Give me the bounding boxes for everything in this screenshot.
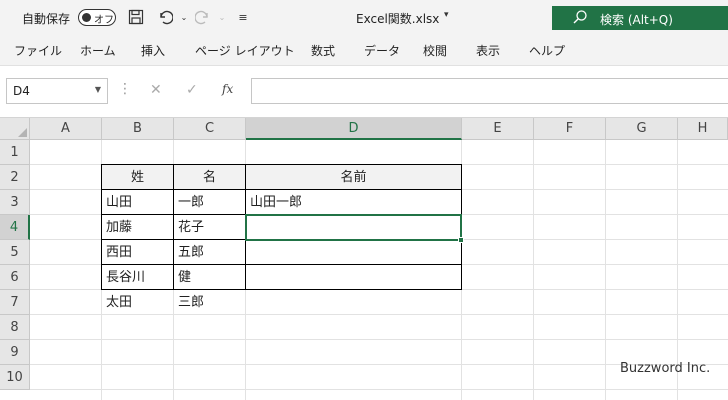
- undo-dropdown-icon[interactable]: ⌄: [175, 9, 193, 27]
- search-label: 検索 (Alt+Q): [600, 13, 673, 27]
- row-header-1[interactable]: 1: [0, 140, 30, 165]
- tab-home[interactable]: ホーム: [80, 42, 116, 59]
- column-header-h[interactable]: H: [678, 118, 728, 140]
- tab-formulas[interactable]: 数式: [311, 42, 335, 59]
- customize-quick-access-icon[interactable]: ≡: [234, 9, 252, 27]
- column-header-b[interactable]: B: [102, 118, 174, 140]
- search-box[interactable]: 検索 (Alt+Q): [552, 6, 728, 30]
- row-header-10[interactable]: 10: [0, 365, 30, 390]
- redo-icon[interactable]: [194, 9, 212, 27]
- gridline: [461, 140, 462, 400]
- table-cell[interactable]: [246, 265, 461, 290]
- column-header-c[interactable]: C: [174, 118, 246, 140]
- row-header-5[interactable]: 5: [0, 240, 30, 265]
- worksheet-grid[interactable]: A B C D E F G H 1 2 3 4 5 6 7 8 9 10 姓 名…: [0, 118, 728, 400]
- table-cell[interactable]: 長谷川: [102, 265, 173, 290]
- name-box-value: D4: [13, 84, 30, 98]
- tab-help[interactable]: ヘルプ: [529, 42, 565, 59]
- autosave-state: オフ: [94, 15, 114, 26]
- tab-review[interactable]: 校閲: [423, 42, 447, 59]
- row-header-7[interactable]: 7: [0, 290, 30, 315]
- toggle-knob: [82, 13, 91, 22]
- cancel-icon[interactable]: ✕: [150, 82, 162, 98]
- fill-handle[interactable]: [458, 237, 464, 243]
- table-cell[interactable]: 五郎: [174, 240, 245, 265]
- column-header-g[interactable]: G: [606, 118, 678, 140]
- table-header-last-name[interactable]: 姓: [102, 165, 173, 189]
- row-header-6[interactable]: 6: [0, 265, 30, 290]
- row-header-3[interactable]: 3: [0, 190, 30, 215]
- table-cell[interactable]: 花子: [174, 215, 245, 240]
- tab-data[interactable]: データ: [364, 42, 400, 59]
- table-cell[interactable]: 山田一郎: [246, 190, 461, 215]
- row-header-2[interactable]: 2: [0, 165, 30, 190]
- tab-file[interactable]: ファイル: [14, 42, 62, 59]
- gridline: [605, 140, 606, 400]
- tab-insert[interactable]: 挿入: [141, 42, 165, 59]
- table-cell[interactable]: 一郎: [174, 190, 245, 215]
- watermark: Buzzword Inc.: [620, 361, 711, 376]
- autosave-toggle[interactable]: オフ: [78, 9, 116, 26]
- table-cell[interactable]: 三郎: [174, 290, 245, 315]
- row-header-4[interactable]: 4: [0, 215, 30, 240]
- redo-dropdown-icon[interactable]: ⌄: [213, 9, 231, 27]
- table-border: [101, 189, 462, 190]
- autosave-label: 自動保存: [22, 12, 71, 26]
- column-header-e[interactable]: E: [462, 118, 534, 140]
- title-bar: 自動保存 オフ ⌄ ⌄ ≡ Excel関数.xlsx ▾ 検索 (Alt+Q): [0, 0, 728, 36]
- table-border: [101, 264, 462, 265]
- gridline: [533, 140, 534, 400]
- table-border: [173, 164, 174, 290]
- chevron-down-icon[interactable]: ▾: [444, 10, 449, 20]
- undo-icon[interactable]: [156, 9, 174, 27]
- tab-view[interactable]: 表示: [476, 42, 500, 59]
- table-cell[interactable]: [246, 290, 461, 315]
- formula-bar: D4 ▼ ⋮ ✕ ✓ fx: [0, 66, 728, 118]
- search-icon: [572, 9, 588, 25]
- table-cell[interactable]: 西田: [102, 240, 173, 265]
- tab-page-layout[interactable]: ページ レイアウト: [195, 42, 295, 59]
- enter-icon[interactable]: ✓: [186, 82, 198, 98]
- select-all-button[interactable]: [0, 118, 30, 140]
- name-box[interactable]: D4 ▼: [6, 78, 108, 104]
- column-header-d[interactable]: D: [246, 118, 462, 140]
- table-header-full-name[interactable]: 名前: [246, 165, 461, 189]
- select-all-icon: [18, 128, 27, 137]
- insert-function-icon[interactable]: fx: [222, 82, 233, 96]
- column-header-f[interactable]: F: [534, 118, 606, 140]
- row-header-8[interactable]: 8: [0, 315, 30, 340]
- active-cell-cursor[interactable]: [245, 214, 462, 241]
- gridline: [30, 339, 728, 340]
- table-cell[interactable]: 加藤: [102, 215, 173, 240]
- more-icon: ⋮: [118, 81, 132, 97]
- save-icon[interactable]: [127, 9, 145, 27]
- document-title[interactable]: Excel関数.xlsx: [356, 10, 439, 27]
- gridline: [30, 389, 728, 390]
- row-header-9[interactable]: 9: [0, 340, 30, 365]
- chevron-down-icon[interactable]: ▼: [95, 85, 101, 94]
- formula-input[interactable]: [251, 78, 728, 104]
- ribbon-tabs: ファイル ホーム 挿入 ページ レイアウト 数式 データ 校閲 表示 ヘルプ: [0, 36, 728, 66]
- table-cell[interactable]: 山田: [102, 190, 173, 215]
- table-header-first-name[interactable]: 名: [174, 165, 245, 189]
- column-header-a[interactable]: A: [30, 118, 102, 140]
- table-cell[interactable]: [246, 240, 461, 265]
- table-cell[interactable]: 健: [174, 265, 245, 290]
- table-cell[interactable]: 太田: [102, 290, 173, 315]
